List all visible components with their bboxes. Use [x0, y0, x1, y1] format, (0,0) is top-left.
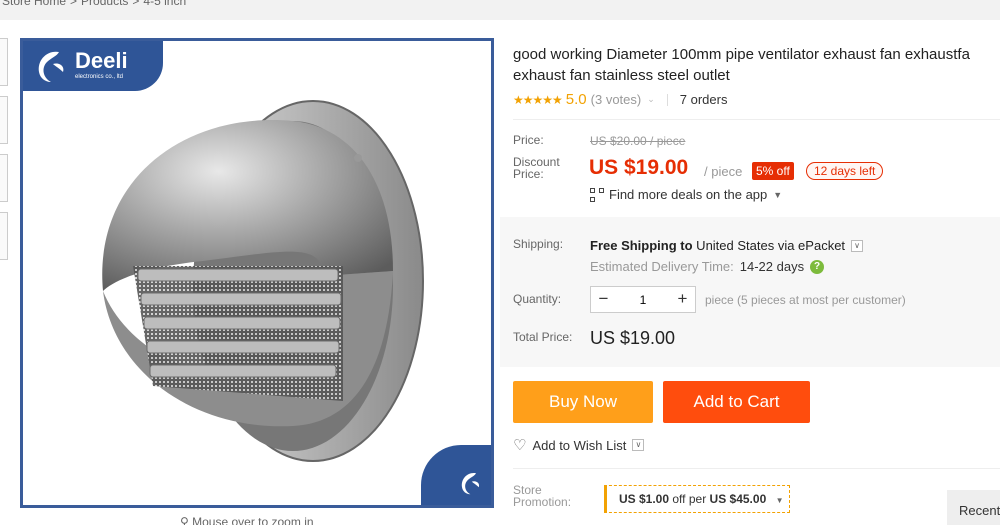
discount-price-label: Discount Price: — [513, 156, 560, 180]
caret-down-icon: ▼ — [773, 189, 783, 200]
free-shipping-text: Free Shipping to — [590, 238, 693, 253]
qr-code-icon — [590, 187, 604, 202]
product-photo — [102, 100, 424, 462]
thumbnail[interactable] — [0, 154, 8, 202]
original-price: US $20.00 / piece — [590, 134, 686, 148]
caret-down-icon: ▼ — [775, 496, 784, 505]
buy-now-button[interactable]: Buy Now — [513, 381, 653, 423]
thumbnail[interactable] — [0, 38, 8, 86]
thumbnail-strip — [0, 38, 8, 270]
store-promotion-label: Store Promotion: — [513, 484, 571, 508]
quantity-increase-button[interactable]: + — [670, 287, 695, 312]
magnifier-icon: ⚲ — [180, 515, 189, 525]
divider — [666, 93, 668, 106]
discount-price: US $19.00 — [589, 156, 689, 179]
orders-count: 7 orders — [679, 92, 728, 107]
rating-row: ★★★★★ 5.0 (3 votes) ⌄ 7 orders — [513, 91, 727, 108]
add-to-cart-button[interactable]: Add to Cart — [663, 381, 810, 423]
days-left-badge: 12 days left — [806, 162, 884, 180]
recent-panel-tab[interactable]: Recent — [947, 490, 1000, 525]
breadcrumb-separator: > — [70, 0, 78, 8]
thumbnail[interactable] — [0, 96, 8, 144]
rating-value: 5.0 — [565, 91, 587, 108]
chevron-down-icon[interactable]: ⌄ — [647, 94, 655, 105]
zoom-hint-text: Mouse over to zoom in — [192, 515, 314, 525]
app-deals-link[interactable]: Find more deals on the app ▼ — [590, 187, 782, 202]
shipping-selector[interactable]: Free Shipping to United States via ePack… — [590, 238, 864, 253]
discount-label-line: Price: — [513, 167, 544, 181]
quantity-label: Quantity: — [513, 292, 562, 306]
thumbnail[interactable] — [0, 212, 8, 260]
promo-label-line: Promotion: — [513, 495, 572, 509]
divider — [513, 119, 1000, 120]
rating-stars-icon: ★★★★★ — [513, 92, 563, 107]
help-icon[interactable]: ? — [810, 259, 825, 274]
breadcrumb-current[interactable]: 4-5 inch — [143, 0, 186, 8]
quantity-note: piece (5 pieces at most per customer) — [705, 293, 906, 307]
chevron-down-icon[interactable]: ∨ — [851, 239, 864, 252]
delivery-estimate: Estimated Delivery Time: 14-22 days ? — [590, 259, 825, 274]
breadcrumb-products[interactable]: Products — [81, 0, 128, 8]
chevron-down-icon[interactable]: ∨ — [632, 439, 645, 451]
quantity-input[interactable] — [617, 287, 669, 312]
product-title-line: good working Diameter 100mm pipe ventila… — [513, 46, 970, 63]
store-promotion-dropdown[interactable]: US $1.00 off per US $45.00 ▼ — [604, 485, 790, 513]
price-unit: / piece — [704, 164, 743, 179]
quantity-decrease-button[interactable]: − — [591, 287, 616, 312]
promo-threshold: US $45.00 — [709, 492, 767, 506]
divider — [513, 468, 1000, 469]
product-title-line: exhaust fan stainless steel outlet — [513, 67, 730, 84]
total-price: US $19.00 — [590, 328, 676, 348]
promo-mid-text: off per — [669, 492, 710, 506]
price-label: Price: — [513, 133, 544, 147]
shipping-destination: United States via ePacket — [692, 238, 846, 253]
delivery-label: Estimated Delivery Time: — [590, 259, 734, 274]
votes-link[interactable]: (3 votes) — [591, 92, 642, 107]
discount-badge: 5% off — [752, 162, 794, 180]
quantity-stepper: − + — [590, 286, 696, 313]
breadcrumb-separator: > — [132, 0, 140, 8]
delivery-value: 14-22 days — [739, 259, 805, 274]
total-price-label: Total Price: — [513, 330, 573, 344]
zoom-hint: ⚲ Mouse over to zoom in — [180, 515, 314, 525]
shipping-label: Shipping: — [513, 237, 564, 251]
wish-list-text: Add to Wish List — [532, 437, 627, 453]
add-to-wish-list[interactable]: ♡ Add to Wish List ∨ — [513, 436, 645, 454]
brand-swirl-icon — [461, 473, 480, 495]
promo-amount: US $1.00 — [619, 492, 670, 506]
heart-icon: ♡ — [513, 437, 527, 454]
breadcrumb: Store Home > Products >4-5 inch — [2, 0, 190, 8]
product-main-image[interactable]: Deeli electronics co., ltd — [20, 38, 494, 508]
app-deals-text: Find more deals on the app — [609, 187, 768, 202]
product-title: good working Diameter 100mm pipe ventila… — [513, 44, 1000, 86]
breadcrumb-store-home[interactable]: Store Home — [2, 0, 66, 8]
